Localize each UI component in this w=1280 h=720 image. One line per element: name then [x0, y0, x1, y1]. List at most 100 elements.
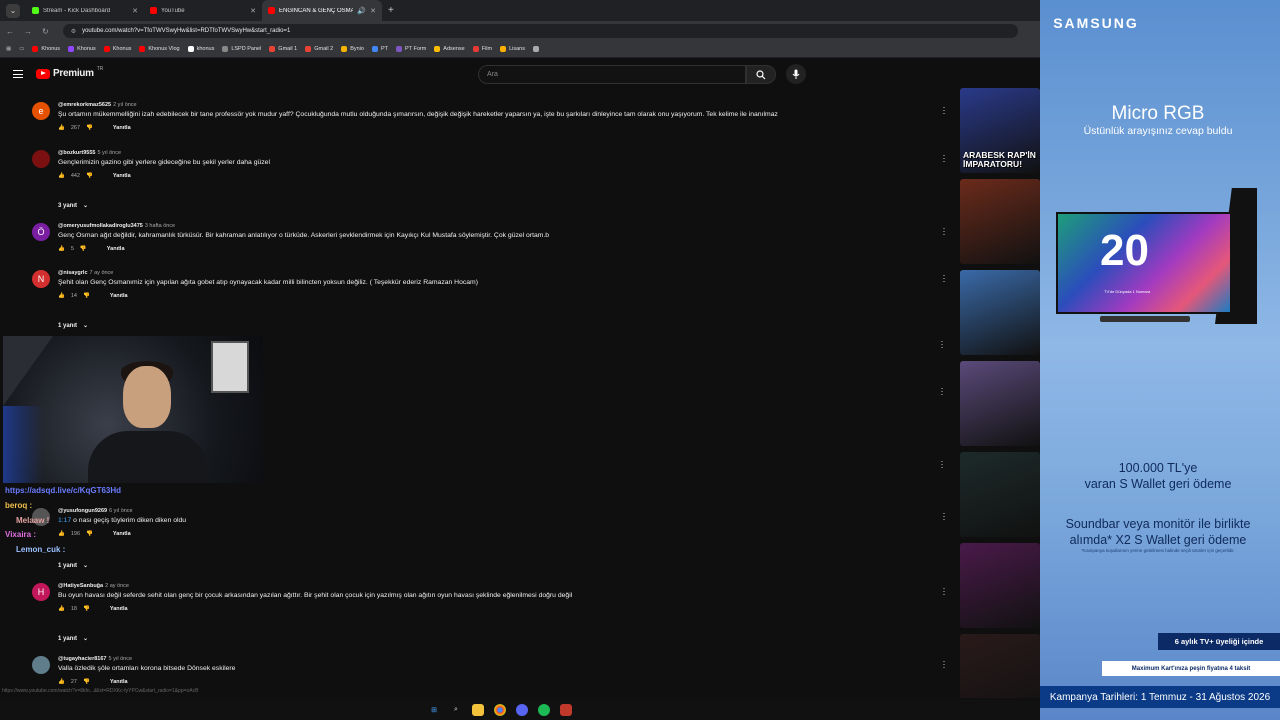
timestamp-link[interactable]: 1:17	[58, 517, 71, 524]
bookmark-item[interactable]: Bynio	[341, 46, 364, 52]
recommended-video-thumbnail[interactable]	[960, 179, 1040, 264]
avatar[interactable]	[32, 656, 50, 674]
reply-button[interactable]: Yanıtla	[113, 125, 131, 131]
comment-author[interactable]: @yusufongun9269	[58, 508, 107, 514]
bookmark-item[interactable]: Lisans	[500, 46, 525, 52]
search-icon[interactable]: ⌕	[450, 704, 462, 716]
like-icon[interactable]: 👍	[58, 246, 65, 252]
speaker-icon[interactable]: 🔊	[357, 7, 366, 15]
dislike-icon[interactable]: 👎	[86, 125, 93, 131]
youtube-premium-logo[interactable]: Premium TR	[36, 66, 103, 79]
bookmark-item[interactable]: Khonus Vlog	[139, 46, 180, 52]
comment-author[interactable]: @HatiyeSanbuğa	[58, 583, 103, 589]
dislike-icon[interactable]: 👎	[83, 679, 90, 685]
bookmark-item[interactable]: khonus	[187, 46, 214, 52]
chrome-icon[interactable]	[494, 704, 506, 716]
file-explorer-icon[interactable]	[472, 704, 484, 716]
bookmark-item[interactable]: Khonus	[68, 46, 96, 52]
avatar[interactable]: H	[32, 583, 50, 601]
recommended-video-thumbnail[interactable]: ARABESK RAP'İN İMPARATORU!	[960, 88, 1040, 173]
bookmark-item[interactable]: PT	[371, 46, 388, 52]
show-replies-button[interactable]: 1 yanıt ⌄	[58, 322, 88, 330]
comment-author[interactable]: @omeryusufmollakadiroglu3475	[58, 223, 143, 229]
dislike-icon[interactable]: 👎	[83, 606, 90, 612]
comment-author[interactable]: @tugayhacier8167	[58, 656, 106, 662]
comment-time[interactable]: 6 yıl önce	[109, 508, 133, 514]
like-icon[interactable]: 👍	[58, 125, 65, 131]
like-icon[interactable]: 👍	[58, 173, 65, 179]
tab-youtube[interactable]: YouTube ✕	[144, 0, 262, 21]
tab-search-icon[interactable]: ⌄	[6, 3, 20, 18]
spotify-icon[interactable]	[538, 704, 550, 716]
bookmark-item[interactable]: Gmail 2	[305, 46, 333, 52]
avatar[interactable]: Ö	[32, 223, 50, 241]
bookmark-item[interactable]: Gmail 1	[269, 46, 297, 52]
comment-author[interactable]: @emrekorkmaz5625	[58, 102, 111, 108]
forward-icon[interactable]: →	[24, 27, 32, 36]
more-options-icon[interactable]: · · ·	[941, 271, 947, 286]
back-icon[interactable]: ←	[6, 27, 14, 36]
avatar[interactable]: N	[32, 270, 50, 288]
more-options-icon[interactable]: · · ·	[941, 151, 947, 166]
bookmark-item[interactable]: Film	[472, 46, 492, 52]
more-options-icon[interactable]: · · ·	[941, 103, 947, 118]
more-options-icon[interactable]: · · ·	[941, 509, 947, 524]
comment-time[interactable]: 5 yıl önce	[108, 656, 132, 662]
chat-link[interactable]: https://adsqd.live/c/KqGT63Hd	[5, 486, 121, 495]
comment-time[interactable]: 3 hafta önce	[145, 223, 175, 229]
more-options-icon[interactable]: · · ·	[939, 384, 945, 399]
bookmark-item[interactable]: PT Form	[396, 46, 426, 52]
windows-start-icon[interactable]: ⊞	[428, 704, 440, 716]
reply-button[interactable]: Yanıtla	[113, 173, 131, 179]
like-icon[interactable]: 👍	[58, 606, 65, 612]
recommended-video-thumbnail[interactable]: MAFYA BABASI İSTEK ŞARKI!	[960, 634, 1040, 698]
voice-search-button[interactable]	[786, 64, 806, 84]
close-icon[interactable]: ✕	[250, 7, 256, 15]
new-tab-icon[interactable]: +	[388, 5, 394, 16]
search-input[interactable]: Ara	[478, 65, 746, 84]
hamburger-icon[interactable]	[13, 70, 23, 78]
bookmark-item[interactable]: LSPD Panel	[222, 46, 261, 52]
reply-button[interactable]: Yanıtla	[110, 606, 128, 612]
app-icon[interactable]	[560, 704, 572, 716]
dislike-icon[interactable]: 👎	[86, 531, 93, 537]
recommended-video-thumbnail[interactable]	[960, 543, 1040, 628]
show-replies-button[interactable]: 3 yanıt ⌄	[58, 202, 88, 210]
recommended-video-thumbnail[interactable]	[960, 270, 1040, 355]
more-options-icon[interactable]: · · ·	[941, 224, 947, 239]
close-icon[interactable]: ✕	[370, 7, 376, 15]
comment-time[interactable]: 5 yıl önce	[97, 150, 121, 156]
more-options-icon[interactable]: · · ·	[939, 337, 945, 352]
reply-button[interactable]: Yanıtla	[113, 531, 131, 537]
folder-icon[interactable]: ▭	[19, 46, 24, 52]
bookmark-item[interactable]: Khonus	[103, 46, 131, 52]
like-icon[interactable]: 👍	[58, 531, 65, 537]
avatar[interactable]: e	[32, 102, 50, 120]
more-options-icon[interactable]: · · ·	[939, 457, 945, 472]
tab-active-video[interactable]: ENGİNCAN & GENÇ OSMA 🔊 ✕	[262, 0, 382, 21]
like-icon[interactable]: 👍	[58, 293, 65, 299]
comment-author[interactable]: @bozkurt9555	[58, 150, 95, 156]
comment-time[interactable]: 7 ay önce	[90, 270, 114, 276]
site-info-icon[interactable]: ⚙	[71, 28, 76, 35]
more-options-icon[interactable]: · · ·	[941, 657, 947, 672]
show-replies-button[interactable]: 1 yanıt ⌄	[58, 635, 88, 643]
dislike-icon[interactable]: 👎	[83, 293, 90, 299]
show-replies-button[interactable]: 1 yanıt ⌄	[58, 562, 88, 570]
reply-button[interactable]: Yanıtla	[107, 246, 125, 252]
comment-time[interactable]: 2 yıl önce	[113, 102, 137, 108]
reply-button[interactable]: Yanıtla	[110, 679, 128, 685]
reply-button[interactable]: Yanıtla	[110, 293, 128, 299]
dislike-icon[interactable]: 👎	[80, 246, 87, 252]
apps-icon[interactable]: ▦	[6, 46, 11, 52]
bookmark-item[interactable]: Khonus	[32, 46, 60, 52]
like-icon[interactable]: 👍	[58, 679, 65, 685]
tab-kick[interactable]: Stream - Kick Dashboard ✕	[26, 0, 144, 21]
recommended-video-thumbnail[interactable]	[960, 452, 1040, 537]
bookmark-item[interactable]	[533, 46, 542, 52]
samsung-ad[interactable]: SAMSUNG Micro RGB Üstünlük arayışınız ce…	[1040, 0, 1280, 720]
close-icon[interactable]: ✕	[132, 7, 138, 15]
reload-icon[interactable]: ↻	[42, 27, 49, 36]
comment-author[interactable]: @nisaygrlc	[58, 270, 88, 276]
recommended-video-thumbnail[interactable]	[960, 361, 1040, 446]
